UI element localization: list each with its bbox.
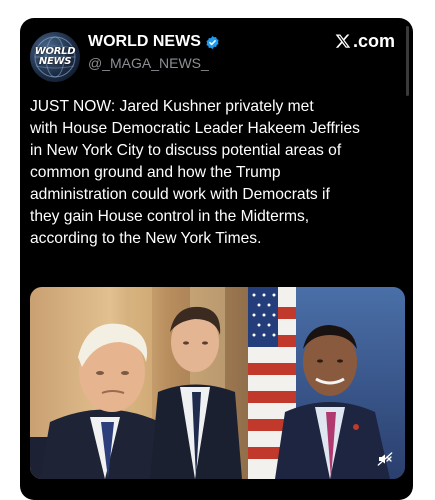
avatar-text-news: NEWS <box>38 56 72 67</box>
source-domain: .com <box>352 31 395 51</box>
tweet-media-image[interactable] <box>30 287 405 479</box>
photo-illustration <box>30 287 405 479</box>
tweet-card[interactable]: WORLD NEWS WORLD NEWS @_MAGA_NEWS_ .com … <box>20 18 413 500</box>
x-logo-icon <box>335 34 351 48</box>
tweet-text: JUST NOW: Jared Kushner privately met wi… <box>30 98 360 247</box>
account-display-name[interactable]: WORLD NEWS <box>88 32 220 52</box>
verified-badge-icon <box>206 35 219 49</box>
source-label: .com <box>335 30 395 52</box>
account-handle[interactable]: @_MAGA_NEWS_ <box>88 54 209 72</box>
avatar[interactable]: WORLD NEWS <box>30 32 80 82</box>
scrollbar[interactable] <box>406 26 409 96</box>
display-name-text: WORLD NEWS <box>88 33 201 50</box>
muted-speaker-icon <box>377 452 393 466</box>
mute-button[interactable] <box>373 447 397 471</box>
